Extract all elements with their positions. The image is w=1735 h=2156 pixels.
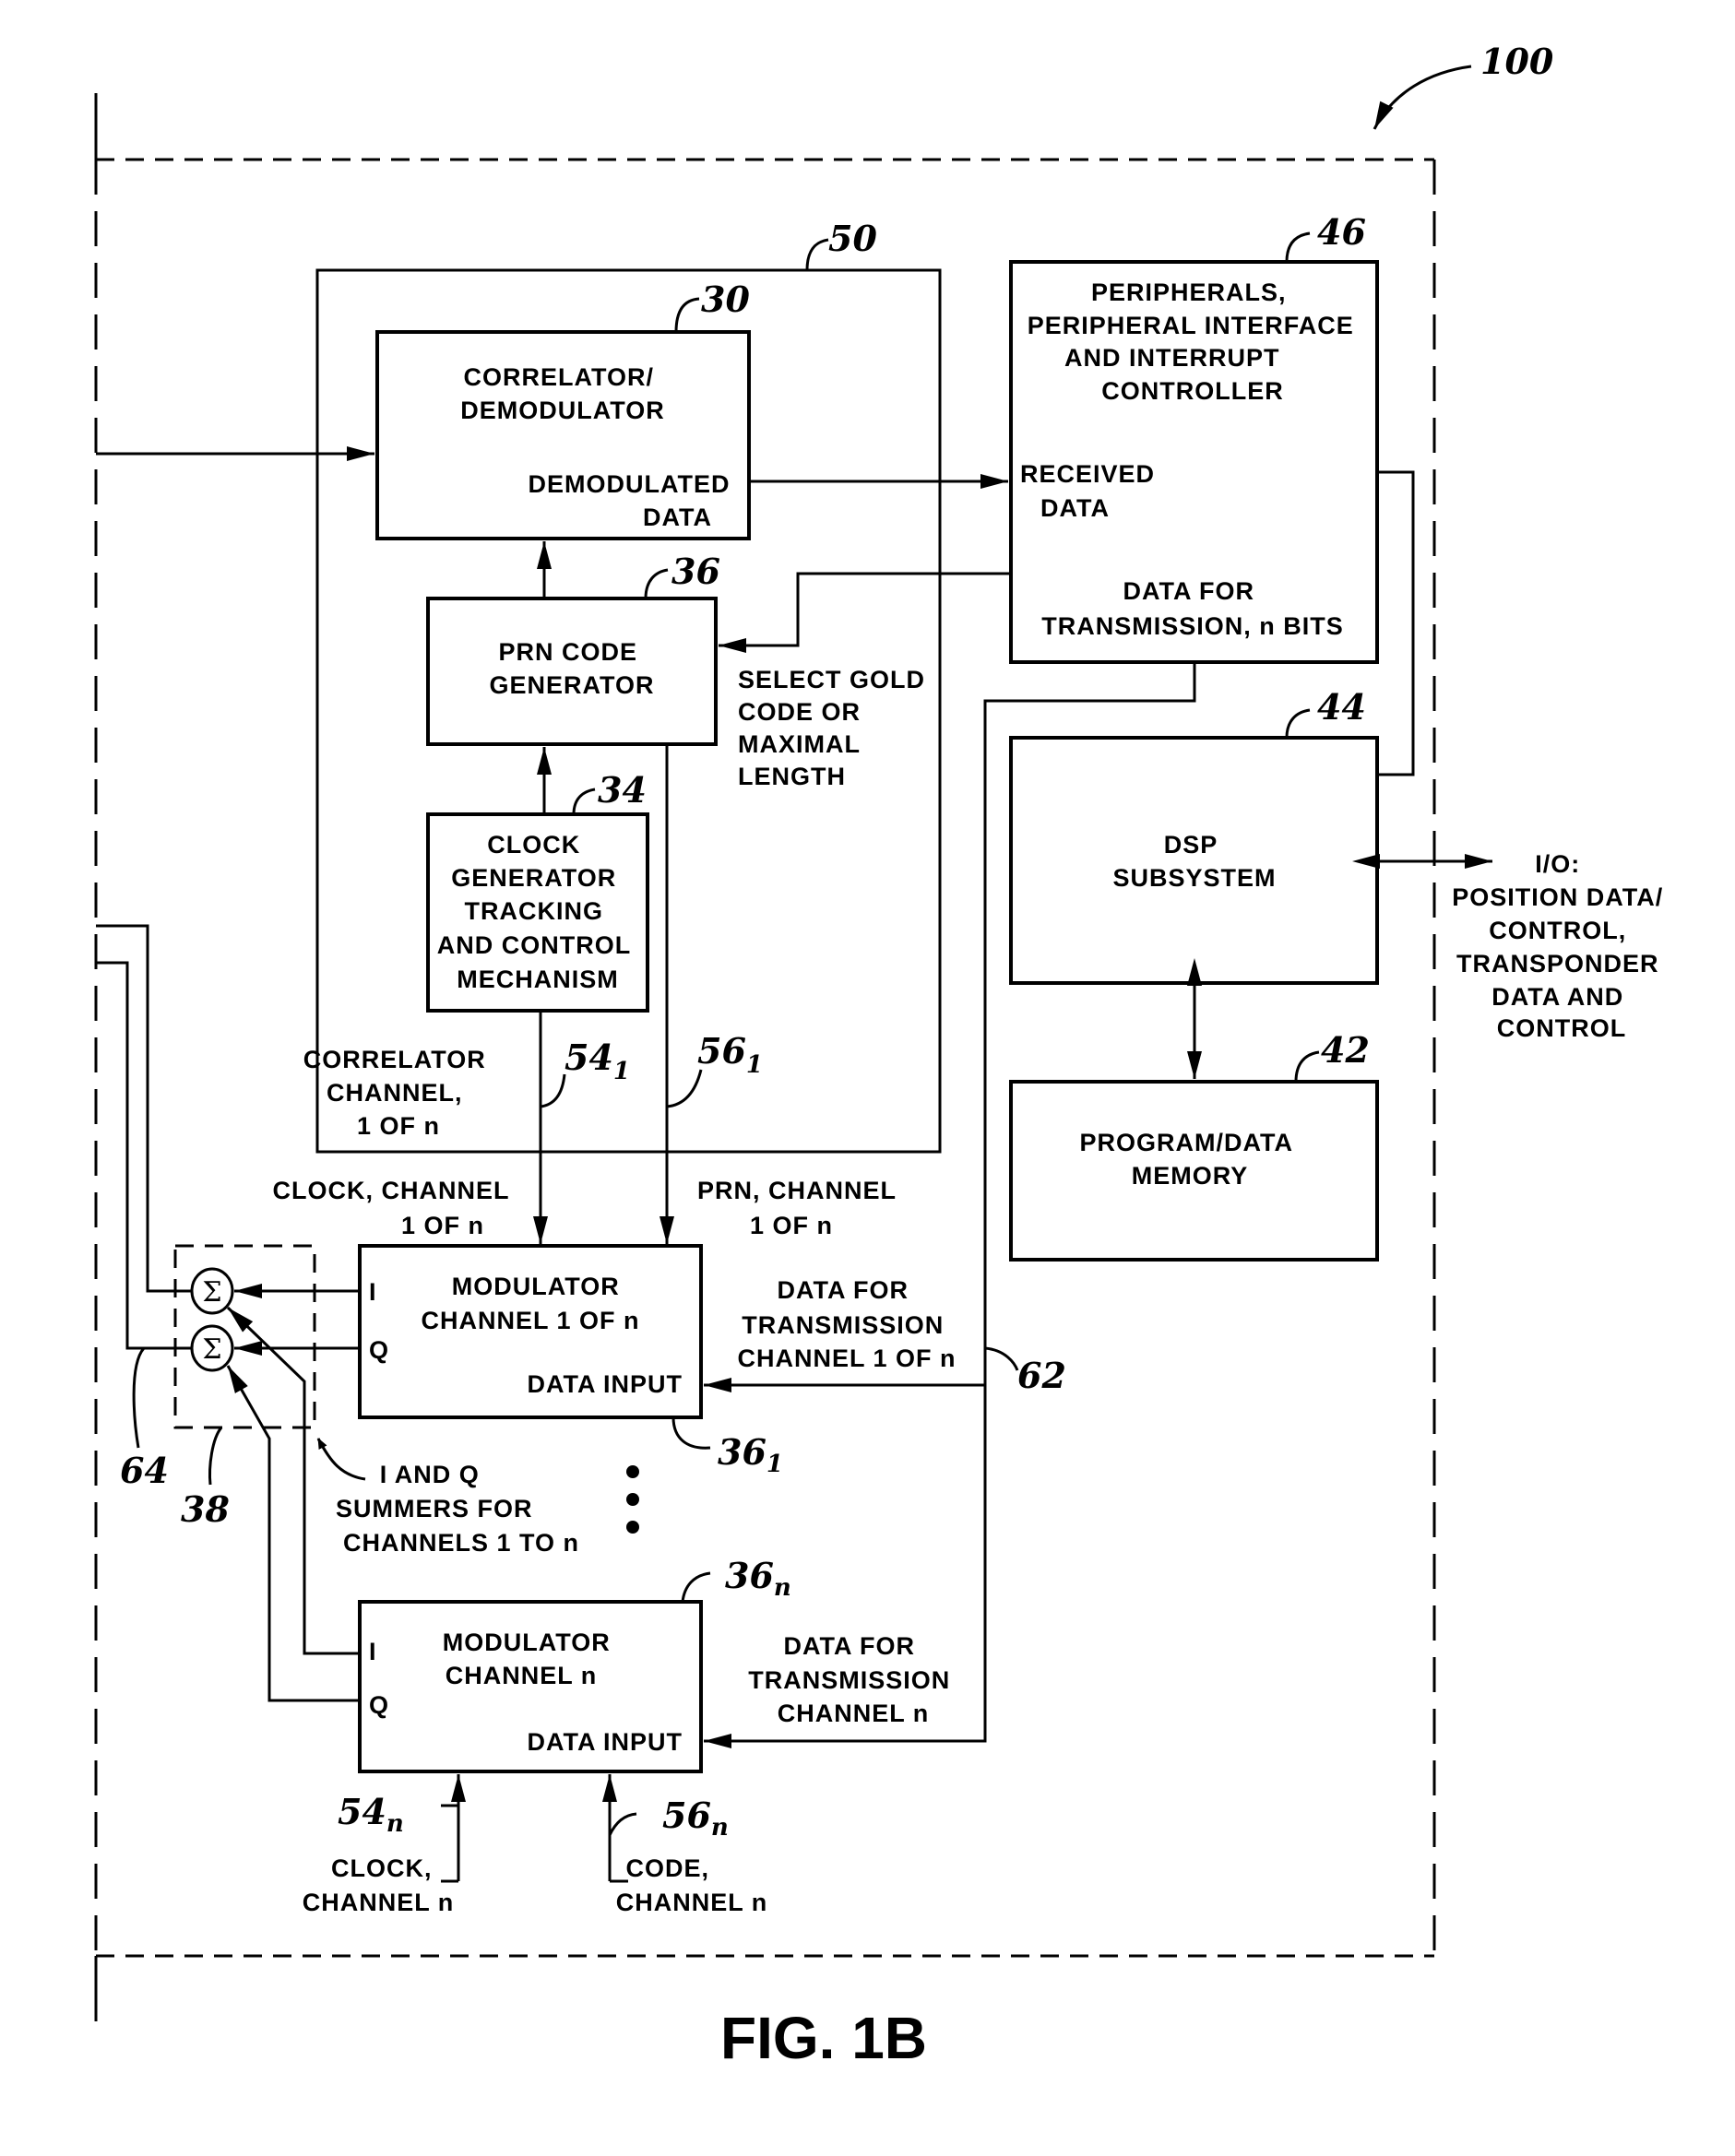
- ref-46-leader: [1285, 231, 1311, 263]
- clock-chn-line: [441, 1774, 466, 1807]
- ref-62: 62: [1017, 1355, 1066, 1396]
- summers-label: I AND Q SUMMERS FOR CHANNELS 1 TO n: [336, 1461, 579, 1557]
- modulator-channel-1-block[interactable]: MODULATOR CHANNEL 1 OF n I Q DATA INPUT …: [358, 1244, 783, 1478]
- io-label: I/O: POSITION DATA/ CONTROL, TRANSPONDER…: [1452, 850, 1671, 1042]
- modulator-1-data-input: DATA INPUT: [528, 1370, 683, 1398]
- ref-56-n-leader: [608, 1812, 637, 1836]
- tx-data-chn-label: DATA FOR TRANSMISSION CHANNEL n: [748, 1632, 958, 1727]
- modulator-n-port-i: I: [369, 1638, 377, 1665]
- ref-36: 36: [671, 551, 720, 592]
- iq-summers: Σ Σ: [173, 1244, 316, 1429]
- modn-i-line: [226, 1306, 360, 1655]
- figure-caption: FIG. 1B: [720, 2005, 927, 2071]
- ref-38-leader: [208, 1427, 223, 1486]
- ref-50-leader: [805, 238, 829, 271]
- prn-code-generator-block[interactable]: 36 PRN CODE GENERATOR: [426, 551, 720, 746]
- ref-44: 44: [1317, 686, 1366, 728]
- tx-data-ch1-label: DATA FOR TRANSMISSION CHANNEL 1 OF n: [737, 1276, 956, 1372]
- ref-36-n: 36n: [725, 1555, 791, 1602]
- peripherals-block[interactable]: 46 PERIPHERALS, PERIPHERAL INTERFACE AND…: [1009, 211, 1379, 664]
- ref-100-arrow: [1373, 65, 1472, 130]
- ref-36-1-leader: [671, 1416, 711, 1450]
- block-diagram: 100 50 CORRELATOR CHANNEL, 1 OF n 30 COR…: [94, 41, 1671, 2071]
- modulator-1-port-i: I: [369, 1278, 377, 1306]
- ref-42: 42: [1321, 1029, 1370, 1071]
- dsp-box[interactable]: [1009, 736, 1379, 985]
- ref-34-leader: [572, 788, 596, 815]
- ref-44-leader: [1285, 708, 1311, 739]
- clock-chn-label: CLOCK, CHANNEL n: [303, 1854, 455, 1916]
- ref-54-1: 541: [564, 1037, 630, 1085]
- ref-64: 64: [120, 1450, 169, 1491]
- prn-ch1-label: PRN, CHANNEL 1 OF n: [697, 1177, 904, 1239]
- peripherals-dsp-link: [1377, 470, 1415, 776]
- ref-38: 38: [181, 1488, 230, 1530]
- i-sum-output: [96, 924, 192, 1293]
- ref-54-n: 54n: [338, 1791, 404, 1838]
- correlator-demodulator-block[interactable]: 30 CORRELATOR/ DEMODULATOR DEMODULATED D…: [375, 278, 751, 540]
- ref-36-n-leader: [681, 1571, 711, 1603]
- clock-ch1-label: CLOCK, CHANNEL 1 OF n: [272, 1177, 517, 1239]
- summers-label-arrow: [316, 1438, 366, 1481]
- dsp-subsystem-block[interactable]: 44 DSP SUBSYSTEM: [1009, 686, 1379, 985]
- ref-50: 50: [828, 218, 877, 259]
- ref-30-leader: [674, 297, 700, 333]
- channel-ellipsis: [626, 1465, 639, 1534]
- code-chn-label: CODE, CHANNEL n: [616, 1854, 768, 1916]
- ref-36-1: 361: [718, 1431, 783, 1478]
- ref-46: 46: [1317, 211, 1366, 253]
- clock-generator-block[interactable]: 34 CLOCK GENERATOR TRACKING AND CONTROL …: [426, 769, 649, 1013]
- ref-54-1-leader: [540, 1073, 566, 1108]
- ref-56-n: 56n: [662, 1795, 729, 1842]
- ref-34: 34: [598, 769, 647, 811]
- ref-36-leader: [644, 568, 669, 599]
- modulator-1-port-q: Q: [369, 1336, 389, 1364]
- ref-42-leader: [1294, 1050, 1320, 1083]
- select-code-label: SELECT GOLD CODE OR MAXIMAL LENGTH: [738, 666, 933, 790]
- modulator-n-port-q: Q: [369, 1691, 389, 1719]
- modulator-n-data-input: DATA INPUT: [528, 1728, 683, 1756]
- ref-56-1: 561: [697, 1030, 763, 1079]
- correlator-channel-label: CORRELATOR CHANNEL, 1 OF n: [303, 1046, 494, 1140]
- q-summer-symbol: Σ: [202, 1333, 221, 1366]
- modn-q-line: [226, 1365, 360, 1702]
- modulator-channel-n-block[interactable]: MODULATOR CHANNEL n I Q DATA INPUT 36n: [358, 1555, 791, 1773]
- ref-64-leader: [132, 1347, 146, 1449]
- ref-100: 100: [1480, 41, 1554, 82]
- i-summer-symbol: Σ: [202, 1276, 221, 1309]
- ref-62-leader: [984, 1346, 1019, 1371]
- ref-30: 30: [701, 278, 750, 320]
- select-code-line: [719, 572, 1011, 653]
- ref-56-1-leader: [666, 1069, 703, 1108]
